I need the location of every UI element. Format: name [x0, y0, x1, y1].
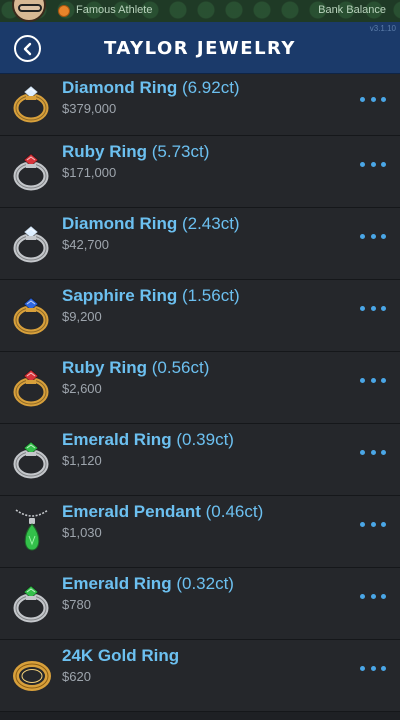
item-name: Ruby Ring	[62, 358, 147, 377]
more-options-icon[interactable]	[360, 519, 386, 529]
item-carat: (5.73ct)	[151, 142, 210, 161]
more-options-icon[interactable]	[360, 663, 386, 673]
more-options-icon[interactable]	[360, 375, 386, 385]
item-title: Emerald Pendant (0.46ct)	[62, 502, 263, 522]
item-title: Ruby Ring (0.56ct)	[62, 358, 209, 378]
item-carat: (6.92ct)	[181, 78, 240, 97]
more-options-icon[interactable]	[360, 94, 386, 104]
item-name: Diamond Ring	[62, 214, 178, 233]
item-carat: (0.46ct)	[205, 502, 264, 521]
more-options-icon[interactable]	[360, 231, 386, 241]
diamond-ring-icon	[12, 78, 52, 126]
item-carat: (0.39ct)	[176, 430, 234, 449]
basketball-icon	[58, 5, 70, 17]
glasses-icon	[18, 4, 42, 12]
item-price: $1,030	[62, 525, 102, 540]
item-name: Sapphire Ring	[62, 286, 178, 305]
header-bar: TAYLOR JEWELRY v3.1.10	[0, 22, 400, 74]
status-strip: Famous Athlete Bank Balance	[0, 0, 400, 22]
item-title: Emerald Ring (0.32ct)	[62, 574, 234, 594]
item-name: Emerald Ring	[62, 574, 172, 593]
emerald-pendant-icon	[12, 506, 52, 554]
item-price: $2,600	[62, 381, 102, 396]
item-name: Emerald Ring	[62, 430, 172, 449]
more-options-icon[interactable]	[360, 591, 386, 601]
list-item[interactable]: Sapphire Ring (1.56ct) $9,200	[0, 280, 400, 352]
item-name: Diamond Ring	[62, 78, 178, 97]
bank-balance-label[interactable]: Bank Balance	[318, 4, 386, 16]
item-name: Ruby Ring	[62, 142, 147, 161]
list-item[interactable]: Diamond Ring (2.43ct) $42,700	[0, 208, 400, 280]
item-price: $620	[62, 669, 91, 684]
diamond-ring-icon	[12, 218, 52, 266]
item-price: $42,700	[62, 237, 109, 252]
jewelry-list: Diamond Ring (6.92ct) $379,000 Ruby Ring (…	[0, 74, 400, 712]
sapphire-ring-icon	[12, 290, 52, 338]
more-options-icon[interactable]	[360, 447, 386, 457]
list-item[interactable]: Ruby Ring (5.73ct) $171,000	[0, 136, 400, 208]
emerald-ring-icon	[12, 434, 52, 482]
ruby-ring-icon	[12, 362, 52, 410]
item-name: 24K Gold Ring	[62, 646, 180, 665]
more-options-icon[interactable]	[360, 159, 386, 169]
list-item[interactable]: Diamond Ring (6.92ct) $379,000	[0, 74, 400, 136]
ruby-ring-icon	[12, 146, 52, 194]
item-title: Sapphire Ring (1.56ct)	[62, 286, 240, 306]
list-item[interactable]: Emerald Ring (0.32ct) $780	[0, 568, 400, 640]
item-carat: (0.32ct)	[176, 574, 234, 593]
list-item[interactable]: Emerald Ring (0.39ct) $1,120	[0, 424, 400, 496]
item-name: Emerald Pendant	[62, 502, 201, 521]
item-price: $780	[62, 597, 91, 612]
item-title: 24K Gold Ring	[62, 646, 179, 666]
page-title: TAYLOR JEWELRY	[104, 38, 296, 59]
list-item[interactable]: 24K Gold Ring $620	[0, 640, 400, 712]
item-title: Ruby Ring (5.73ct)	[62, 142, 209, 162]
item-price: $171,000	[62, 165, 117, 180]
item-carat: (0.56ct)	[151, 358, 210, 377]
emerald-ring-icon	[12, 578, 52, 626]
gold-band-ring-icon	[12, 650, 52, 698]
list-item[interactable]: Emerald Pendant (0.46ct) $1,030	[0, 496, 400, 568]
item-price: $1,120	[62, 453, 102, 468]
avatar[interactable]	[12, 0, 46, 22]
version-label: v3.1.10	[369, 24, 396, 33]
item-price: $379,000	[62, 101, 117, 116]
more-options-icon[interactable]	[360, 303, 386, 313]
item-carat: (2.43ct)	[181, 214, 240, 233]
list-item[interactable]: Ruby Ring (0.56ct) $2,600	[0, 352, 400, 424]
item-title: Emerald Ring (0.39ct)	[62, 430, 234, 450]
occupation-label: Famous Athlete	[76, 4, 153, 16]
item-price: $9,200	[62, 309, 102, 324]
item-carat: (1.56ct)	[181, 286, 240, 305]
item-title: Diamond Ring (6.92ct)	[62, 78, 240, 98]
item-title: Diamond Ring (2.43ct)	[62, 214, 240, 234]
